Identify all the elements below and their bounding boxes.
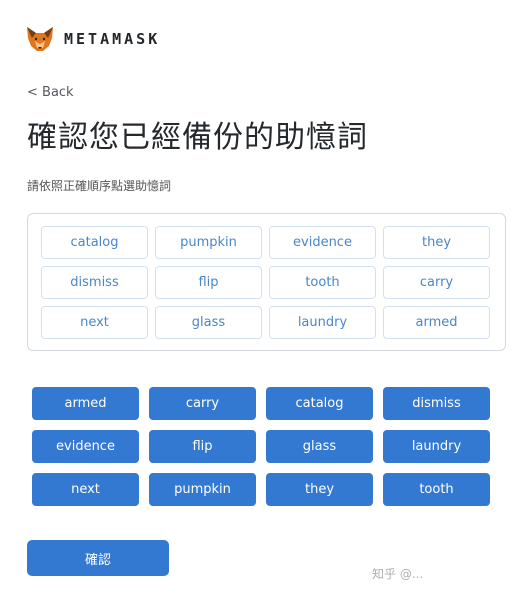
selected-word[interactable]: pumpkin <box>155 226 262 259</box>
word-chip[interactable]: next <box>32 473 139 506</box>
page-title: 確認您已經備份的助憶詞 <box>27 120 368 155</box>
selected-word[interactable]: they <box>383 226 490 259</box>
word-pool: armed carry catalog dismiss evidence fli… <box>32 387 490 506</box>
selected-word[interactable]: next <box>41 306 148 339</box>
selected-word[interactable]: tooth <box>269 266 376 299</box>
selected-word[interactable]: catalog <box>41 226 148 259</box>
selected-word[interactable]: flip <box>155 266 262 299</box>
page-subtitle: 請依照正確順序點選助憶詞 <box>27 179 172 193</box>
selected-word[interactable]: glass <box>155 306 262 339</box>
word-chip[interactable]: armed <box>32 387 139 420</box>
back-link[interactable]: < Back <box>27 85 74 100</box>
word-chip[interactable]: evidence <box>32 430 139 463</box>
confirm-button[interactable]: 確認 <box>27 540 169 576</box>
word-chip[interactable]: glass <box>266 430 373 463</box>
metamask-fox-icon <box>27 27 53 51</box>
selected-word[interactable]: armed <box>383 306 490 339</box>
selected-words-board: catalog pumpkin evidence they dismiss fl… <box>27 213 506 351</box>
brand-name: METAMASK <box>64 30 161 48</box>
selected-word[interactable]: carry <box>383 266 490 299</box>
word-chip[interactable]: they <box>266 473 373 506</box>
header: METAMASK <box>26 26 160 52</box>
word-chip[interactable]: pumpkin <box>149 473 256 506</box>
selected-word[interactable]: dismiss <box>41 266 148 299</box>
selected-word[interactable]: evidence <box>269 226 376 259</box>
word-chip[interactable]: catalog <box>266 387 373 420</box>
watermark: 知乎 @... <box>372 567 424 581</box>
word-chip[interactable]: laundry <box>383 430 490 463</box>
word-chip[interactable]: flip <box>149 430 256 463</box>
selected-word[interactable]: laundry <box>269 306 376 339</box>
word-chip[interactable]: tooth <box>383 473 490 506</box>
word-chip[interactable]: dismiss <box>383 387 490 420</box>
selected-words-grid: catalog pumpkin evidence they dismiss fl… <box>41 226 490 339</box>
word-chip[interactable]: carry <box>149 387 256 420</box>
